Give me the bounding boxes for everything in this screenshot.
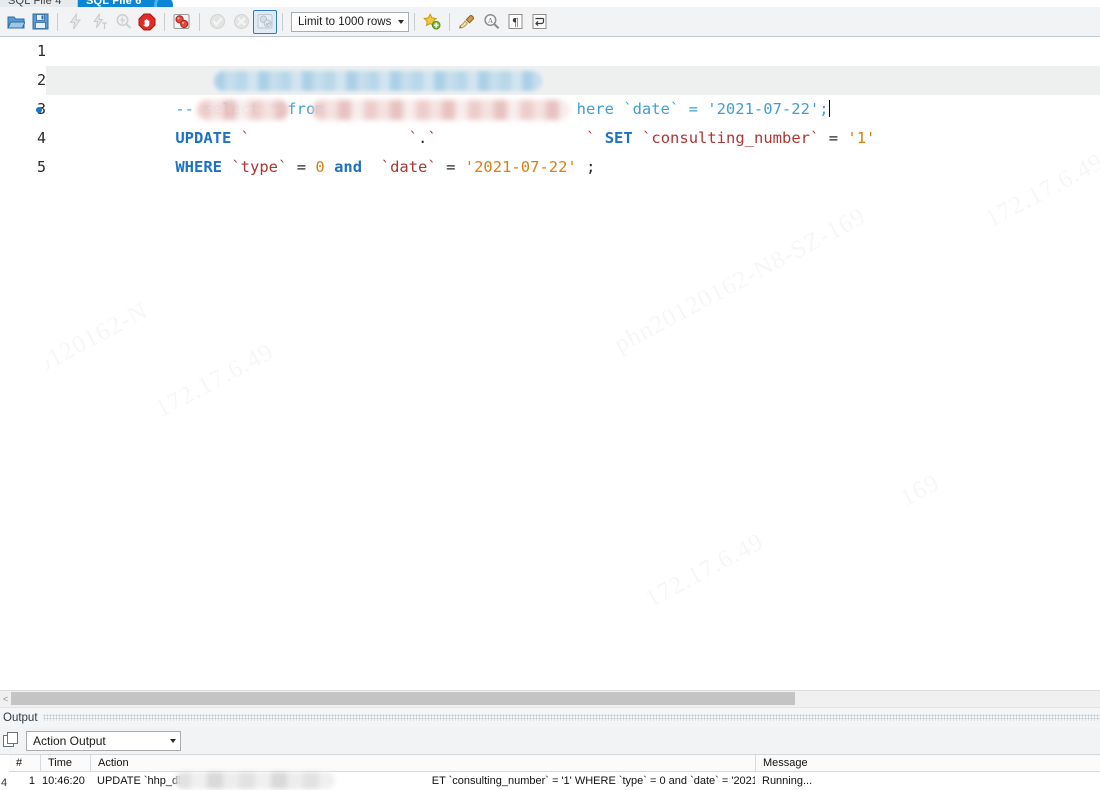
editor-horizontal-scrollbar[interactable]: < [0, 690, 1100, 707]
row-limit-select[interactable]: Limit to 1000 rows [291, 11, 409, 32]
column-header-action[interactable]: Action [90, 755, 755, 771]
tab-label: SQL File 4 [8, 0, 62, 7]
sql-code-editor[interactable]: 172.17.6.49 phn20120162-N8-SZ-169 172.17… [0, 37, 1100, 690]
cell-action-suffix: ET `consulting_number` = '1' WHERE `type… [431, 775, 755, 787]
toolbar-separator [57, 12, 58, 31]
save-snippet-icon[interactable] [420, 10, 444, 34]
toggle-stop-on-error-icon[interactable] [170, 10, 194, 34]
gutter-row: 3 [0, 95, 46, 124]
redaction-blur-line2 [214, 71, 542, 91]
cell-index: 1 [28, 775, 35, 787]
column-header-time[interactable]: Time [40, 755, 90, 771]
table-row[interactable]: 1 10:46:20 UPDATE `hhp_db`[redacted tabl… [9, 772, 1100, 790]
toggle-wrapping-icon[interactable] [527, 10, 551, 34]
toggle-invisible-chars-icon[interactable]: ¶ [503, 10, 527, 34]
sql-editor-toolbar: Limit to 1000 rows A ¶ [0, 7, 1100, 37]
code-line-4-text: WHERE `type` = 0 and `date` = '2021-07-2… [46, 124, 595, 176]
editor-gutter: 1 2 3 4 5 [0, 37, 46, 690]
row-limit-label: Limit to 1000 rows [298, 15, 392, 28]
find-icon[interactable]: A [479, 10, 503, 34]
output-views-icon[interactable] [3, 732, 20, 749]
rollback-icon[interactable] [229, 10, 253, 34]
tab-strip-filler [173, 0, 1100, 7]
toolbar-separator [414, 12, 415, 31]
action-output-header-row: # Time Action Message [9, 755, 1100, 772]
gutter-row: 5 [0, 153, 46, 182]
chevron-down-icon [398, 19, 404, 24]
gutter-row: 1 [0, 37, 46, 66]
svg-text:A: A [487, 16, 493, 25]
code-line-1[interactable] [46, 37, 1100, 66]
gutter-row: 4 [0, 124, 46, 153]
code-line-3[interactable]: UPDATE `[redacted schema]`.`[redacted ta… [46, 95, 1100, 147]
line-number: 4 [36, 129, 46, 147]
cell-time: 10:46:20 [42, 775, 85, 787]
output-panel-header: Output [0, 707, 1100, 727]
open-sql-script-icon[interactable] [4, 10, 28, 34]
output-left-rail: 4 [0, 755, 9, 790]
toolbar-separator [164, 12, 165, 31]
current-statement-marker-icon [36, 107, 42, 113]
scrollbar-thumb[interactable] [11, 692, 795, 705]
explain-statement-icon[interactable] [111, 10, 135, 34]
editor-tab-strip: SQL File 4 SQL File 6 [0, 0, 1100, 7]
code-line-2[interactable]: -- select * from [redacted table referen… [46, 66, 1100, 118]
autocommit-icon[interactable] [253, 9, 277, 34]
output-panel-drag-handle[interactable] [42, 714, 1100, 721]
stop-execution-icon[interactable] [135, 10, 159, 34]
line-number: 2 [36, 71, 46, 89]
output-view-label: Action Output [33, 733, 106, 748]
output-panel-title: Output [3, 711, 38, 724]
action-output-table: 4 # Time Action Message 1 10:46:20 UPDAT… [0, 755, 1100, 790]
output-toolbar: Action Output [0, 727, 1100, 755]
redaction-blur-table [312, 100, 570, 120]
commit-icon[interactable] [205, 10, 229, 34]
gutter-row: 2 [0, 66, 46, 95]
scroll-left-arrow-icon[interactable]: < [1, 692, 10, 706]
column-header-index[interactable]: # [9, 755, 40, 771]
line-number: 1 [36, 42, 46, 60]
svg-text:¶: ¶ [512, 15, 518, 29]
line-number: 5 [36, 158, 46, 176]
cell-message: Running... [762, 775, 813, 787]
editor-code-area[interactable]: -- select * from [redacted table referen… [46, 37, 1100, 690]
toolbar-separator [282, 12, 283, 31]
execute-current-statement-icon[interactable] [87, 10, 111, 34]
column-header-message[interactable]: Message [755, 755, 1085, 771]
redaction-blur-output-row [175, 772, 335, 789]
sql-editor-window: SQL File 4 SQL File 6 Limit to 1000 rows… [0, 0, 1100, 790]
beautify-sql-icon[interactable] [455, 10, 479, 34]
save-sql-script-icon[interactable] [28, 10, 52, 34]
output-left-rail-label: 4 [1, 777, 8, 789]
chevron-down-icon [170, 738, 176, 743]
tab-sql-file-4[interactable]: SQL File 4 [0, 0, 78, 7]
execute-statement-icon[interactable] [63, 10, 87, 34]
redaction-blur-schema [197, 100, 289, 120]
toolbar-separator [449, 12, 450, 31]
code-line-5[interactable] [46, 153, 1100, 182]
output-view-select[interactable]: Action Output [26, 730, 181, 751]
toolbar-separator [199, 12, 200, 31]
code-line-4[interactable]: WHERE `type` = 0 and `date` = '2021-07-2… [46, 124, 1100, 176]
